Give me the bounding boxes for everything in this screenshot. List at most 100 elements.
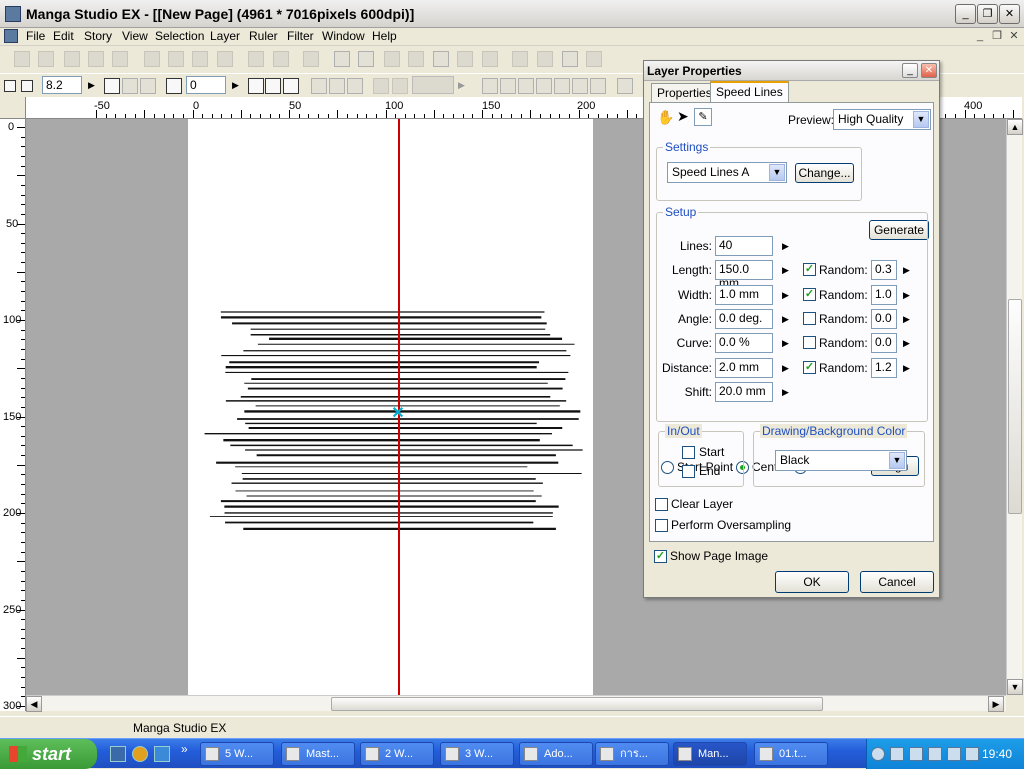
frame-ruler-icon[interactable] [590, 78, 606, 94]
paste-icon[interactable] [192, 51, 208, 67]
flip-vertical-icon[interactable] [283, 78, 299, 94]
flip-horizontal-icon[interactable] [265, 78, 281, 94]
doc-close-button[interactable]: ✕ [1006, 29, 1022, 43]
play-icon[interactable] [586, 51, 602, 67]
taskbar-item[interactable]: การ... [595, 742, 669, 766]
clear-layer-checkbox[interactable] [655, 498, 668, 511]
panel-icon[interactable] [512, 51, 528, 67]
select-rect-icon[interactable] [311, 78, 327, 94]
random-checkbox[interactable]: ✓ [803, 263, 816, 276]
value-arrow-icon[interactable]: ▶ [782, 241, 789, 252]
value-arrow-icon[interactable]: ▶ [782, 363, 789, 374]
tab-properties[interactable]: Properties [651, 83, 718, 102]
random-checkbox[interactable]: ✓ [803, 288, 816, 301]
chevron-down-icon[interactable]: ▼ [889, 452, 905, 469]
page-view-icon[interactable] [334, 51, 350, 67]
vertical-scroll-thumb[interactable] [1008, 299, 1022, 514]
random-checkbox[interactable] [803, 336, 816, 349]
delete-icon[interactable] [217, 51, 233, 67]
setup-value-input[interactable]: 2.0 mm [715, 358, 773, 378]
minimize-button[interactable]: _ [955, 4, 976, 24]
start-button[interactable]: start [0, 739, 97, 769]
random-arrow-icon[interactable]: ▶ [903, 265, 910, 276]
fit-page-icon[interactable] [104, 78, 120, 94]
new-icon[interactable] [14, 51, 30, 67]
chevron-down-icon[interactable]: ▼ [913, 111, 929, 128]
grid-ruler-icon[interactable] [554, 78, 570, 94]
taskbar-item[interactable]: 5 W... [200, 742, 274, 766]
restore-button[interactable]: ❐ [977, 4, 998, 24]
vertical-scrollbar[interactable]: ▲ ▼ [1006, 119, 1023, 695]
menu-edit[interactable]: Edit [53, 29, 74, 43]
selection-layer-icon[interactable] [373, 78, 389, 94]
menu-ruler[interactable]: Ruler [249, 29, 278, 43]
ruler-tool-icon[interactable] [482, 78, 498, 94]
dialog-minimize-button[interactable]: _ [902, 63, 918, 78]
new-story-icon[interactable] [38, 51, 54, 67]
menu-view[interactable]: View [122, 29, 148, 43]
value-arrow-icon[interactable]: ▶ [782, 387, 789, 398]
taskbar-item[interactable]: 2 W... [360, 742, 434, 766]
menu-window[interactable]: Window [322, 29, 365, 43]
random-value-input[interactable]: 0.0 [871, 333, 897, 353]
menu-story[interactable]: Story [84, 29, 112, 43]
ruler-snap-icon[interactable] [617, 78, 633, 94]
value-arrow-icon[interactable]: ▶ [782, 290, 789, 301]
random-value-input[interactable]: 0.3 [871, 260, 897, 280]
quicklaunch-app-icon[interactable] [110, 746, 126, 762]
dialog-title-bar[interactable]: Layer Properties _ ✕ [644, 61, 939, 81]
taskbar-item[interactable]: Man... [673, 742, 747, 766]
rotation-input[interactable]: 0 [186, 76, 226, 94]
save-all-icon[interactable] [112, 51, 128, 67]
ok-button[interactable]: OK [775, 571, 849, 593]
grid-icon[interactable] [433, 51, 449, 67]
random-value-input[interactable]: 1.0 [871, 285, 897, 305]
actual-size-icon[interactable] [122, 78, 138, 94]
tray-arrow-icon[interactable] [871, 747, 885, 761]
random-value-input[interactable]: 1.2 [871, 358, 897, 378]
save-icon[interactable] [88, 51, 104, 67]
cube-ruler-icon[interactable] [518, 78, 534, 94]
zoom-out-icon[interactable] [21, 80, 33, 92]
hand-tool-icon[interactable]: ✋ [657, 109, 674, 126]
doc-restore-button[interactable]: ❐ [989, 29, 1005, 43]
doc-minimize-button[interactable]: _ [972, 29, 988, 43]
tray-network2-icon[interactable] [928, 747, 942, 761]
chevron-down-icon[interactable]: ▼ [769, 164, 785, 181]
parallel-ruler-icon[interactable] [536, 78, 552, 94]
rotate-icon[interactable] [166, 78, 182, 94]
tray-network-icon[interactable] [909, 747, 923, 761]
menu-help[interactable]: Help [372, 29, 397, 43]
change-button[interactable]: Change... [795, 163, 854, 183]
end-checkbox[interactable] [682, 465, 695, 478]
setup-value-input[interactable]: 1.0 mm [715, 285, 773, 305]
scroll-left-button[interactable]: ◀ [26, 696, 42, 712]
open-icon[interactable] [64, 51, 80, 67]
select-transform-icon[interactable] [329, 78, 345, 94]
select-mask-icon[interactable] [347, 78, 363, 94]
layer-tool-icon[interactable] [408, 51, 424, 67]
quicklaunch-more-icon[interactable]: » [181, 742, 188, 756]
setup-value-input[interactable]: 0.0 % [715, 333, 773, 353]
menu-filter[interactable]: Filter [287, 29, 314, 43]
print-size-icon[interactable] [140, 78, 156, 94]
random-arrow-icon[interactable]: ▶ [903, 338, 910, 349]
story-panel-icon[interactable] [562, 51, 578, 67]
menu-file[interactable]: File [26, 29, 45, 43]
value-arrow-icon[interactable]: ▶ [782, 314, 789, 325]
show-page-image-checkbox[interactable]: ✓ [654, 550, 667, 563]
taskbar-item[interactable]: Mast... [281, 742, 355, 766]
copy-icon[interactable] [168, 51, 184, 67]
value-arrow-icon[interactable]: ▶ [782, 265, 789, 276]
layer-view-icon[interactable] [384, 51, 400, 67]
arrow-tool-icon[interactable]: ➤ [677, 108, 689, 125]
rotation-arrow-icon[interactable]: ▶ [232, 80, 239, 91]
random-arrow-icon[interactable]: ▶ [903, 290, 910, 301]
quicklaunch-ie-icon[interactable] [154, 746, 170, 762]
taskbar-item[interactable]: 01.t... [754, 742, 828, 766]
zoom-input[interactable]: 8.2 [42, 76, 82, 94]
preset-select[interactable]: Speed Lines A ▼ [667, 162, 787, 183]
random-checkbox[interactable] [803, 312, 816, 325]
zoom-arrow-icon[interactable]: ▶ [88, 80, 95, 91]
value-arrow-icon[interactable]: ▶ [782, 338, 789, 349]
